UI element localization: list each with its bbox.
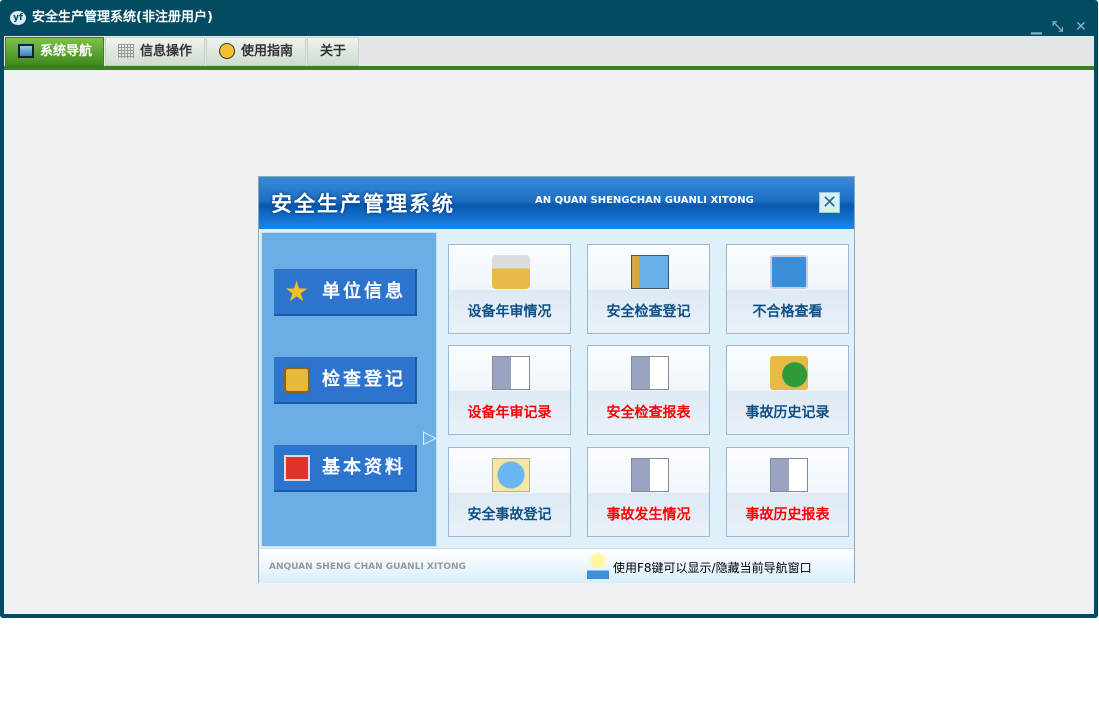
app-logo-icon: yf xyxy=(10,11,26,25)
dialog-subtitle: AN QUAN SHENGCHAN GUANLI XITONG xyxy=(535,195,754,206)
tile-label: 安全检查登记 xyxy=(606,304,691,320)
dialog-close-button[interactable]: ✕ xyxy=(819,192,840,213)
tile-5[interactable]: 安全检查报表 xyxy=(587,345,710,435)
magnifier-icon xyxy=(770,255,808,289)
tile-7[interactable]: 安全事故登记 xyxy=(448,447,571,537)
tab-label: 系统导航 xyxy=(40,44,93,59)
tile-9[interactable]: 事故历史报表 xyxy=(726,447,849,537)
category-basic-data[interactable]: 基本资料 xyxy=(274,445,417,492)
monitor-icon xyxy=(284,455,310,481)
tab-about[interactable]: 关于 xyxy=(307,37,359,66)
tile-label: 事故历史记录 xyxy=(745,405,830,421)
globe-folder-icon xyxy=(770,356,808,390)
tile-3[interactable]: 不合格查看 xyxy=(726,244,849,334)
tile-6[interactable]: 事故历史记录 xyxy=(726,345,849,435)
star-icon: ★ xyxy=(284,275,313,308)
tab-bar: 系统导航 信息操作 使用指南 关于 xyxy=(4,36,1094,66)
f8-hint: 使用F8键可以显示/隐藏当前导航窗口 xyxy=(613,561,812,575)
globe-paper-icon xyxy=(492,458,530,492)
selected-arrow-icon: ▷ xyxy=(423,427,437,448)
dialog-footer: ANQUAN SHENG CHAN GUANLI XITONG 使用F8键可以显… xyxy=(259,548,854,583)
dialog-header: 安全生产管理系统 AN QUAN SHENGCHAN GUANLI XITONG… xyxy=(259,177,854,229)
tile-4[interactable]: 设备年审记录 xyxy=(448,345,571,435)
tile-8[interactable]: 事故发生情况 xyxy=(587,447,710,537)
dialog-title: 安全生产管理系统 xyxy=(271,192,455,216)
footer-pinyin: ANQUAN SHENG CHAN GUANLI XITONG xyxy=(269,562,466,572)
tile-label: 不合格查看 xyxy=(752,304,823,320)
chart-book-icon xyxy=(631,255,669,289)
category-inspection[interactable]: 检查登记 xyxy=(274,357,417,404)
category-label: 基本资料 xyxy=(322,457,406,478)
folder-doc-icon xyxy=(631,356,669,390)
monitor-icon xyxy=(18,44,34,58)
title-bar: yf 安全生产管理系统(非注册用户) ▁ ⤡ ✕ xyxy=(0,0,1098,36)
window-title: 安全生产管理系统(非注册用户) xyxy=(32,10,213,25)
tab-info-ops[interactable]: 信息操作 xyxy=(105,37,205,66)
gear-folder-icon xyxy=(492,255,530,289)
document-icon xyxy=(284,367,310,393)
tile-label: 安全事故登记 xyxy=(467,507,552,523)
tile-label: 事故发生情况 xyxy=(606,507,691,523)
tab-label: 使用指南 xyxy=(241,44,294,59)
navigation-dialog: 安全生产管理系统 AN QUAN SHENGCHAN GUANLI XITONG… xyxy=(258,176,855,583)
tab-user-guide[interactable]: 使用指南 xyxy=(206,37,306,66)
category-panel: ★ 单位信息 检查登记 基本资料 ▷ xyxy=(261,232,437,547)
tile-label: 安全检查报表 xyxy=(606,405,691,421)
folder-doc-icon xyxy=(770,458,808,492)
tab-label: 关于 xyxy=(320,44,347,59)
grid-icon xyxy=(118,44,134,58)
tile-label: 设备年审情况 xyxy=(467,304,552,320)
category-label: 检查登记 xyxy=(322,369,406,390)
category-label: 单位信息 xyxy=(322,281,406,302)
folder-doc-icon xyxy=(631,458,669,492)
tile-label: 设备年审记录 xyxy=(467,405,552,421)
tile-label: 事故历史报表 xyxy=(745,507,830,523)
tile-2[interactable]: 安全检查登记 xyxy=(587,244,710,334)
tab-system-nav[interactable]: 系统导航 xyxy=(5,37,104,66)
lightbulb-icon xyxy=(587,551,609,579)
tile-1[interactable]: 设备年审情况 xyxy=(448,244,571,334)
tab-label: 信息操作 xyxy=(140,44,193,59)
folder-doc-icon xyxy=(492,356,530,390)
help-icon xyxy=(219,43,235,59)
category-unit-info[interactable]: ★ 单位信息 xyxy=(274,269,417,316)
